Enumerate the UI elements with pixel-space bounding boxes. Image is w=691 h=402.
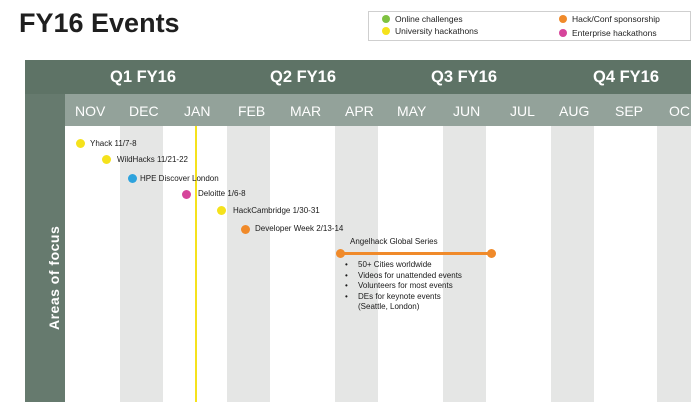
month-label: FEB <box>238 103 266 119</box>
list-item: •(Seattle, London) <box>358 302 420 311</box>
quarter-label: Q4 FY16 <box>593 68 660 86</box>
event-label: WildHacks 11/21-22 <box>117 155 188 164</box>
sponsorship-dot-icon <box>559 15 567 23</box>
legend-item-university: University hackathons <box>382 26 479 36</box>
event-label: Yhack 11/7-8 <box>90 139 137 148</box>
list-item: • DEs for keynote events <box>345 291 441 301</box>
month-label: OC <box>669 103 690 119</box>
quarter-label: Q3 FY16 <box>431 68 498 86</box>
series-span-bar <box>340 252 492 255</box>
event-dot-icon <box>102 155 111 164</box>
event-dot-icon <box>217 206 226 215</box>
month-label: MAY <box>397 103 427 119</box>
legend-label: Online challenges <box>395 14 463 24</box>
online-dot-icon <box>382 15 390 23</box>
month-label: APR <box>345 103 374 119</box>
month-label: MAR <box>290 103 322 119</box>
month-column-stripe <box>551 126 594 402</box>
current-date-line <box>195 126 197 402</box>
list-item: • Videos for unattended events <box>345 270 462 280</box>
legend-label: University hackathons <box>395 26 479 36</box>
areas-of-focus-label: Areas of focus <box>46 225 62 330</box>
month-column-stripe <box>657 126 691 402</box>
series-start-dot-icon <box>336 249 345 258</box>
month-column-stripe <box>227 126 270 402</box>
event-label: Deloitte 1/6-8 <box>198 189 246 198</box>
month-label: SEP <box>615 103 644 119</box>
month-header: NOV DEC JAN FEB MAR APR MAY JUN JUL AUG … <box>65 94 691 126</box>
enterprise-dot-icon <box>559 29 567 37</box>
month-label: JUL <box>510 103 535 119</box>
legend-label: Hack/Conf sponsorship <box>572 14 660 24</box>
event-dot-icon <box>182 190 191 199</box>
series-title: Angelhack Global Series <box>350 237 438 246</box>
quarter-label: Q1 FY16 <box>110 68 177 86</box>
list-item: • 50+ Cities worldwide <box>345 260 432 269</box>
month-label: DEC <box>129 103 159 119</box>
event-dot-icon <box>128 174 137 183</box>
legend-label: Enterprise hackathons <box>572 28 657 38</box>
legend-item-sponsorship: Hack/Conf sponsorship <box>559 14 660 24</box>
page-title: FY16 Events <box>19 8 180 38</box>
event-dot-icon <box>76 139 85 148</box>
list-item: • Volunteers for most events <box>345 281 453 290</box>
event-label: Developer Week 2/13-14 <box>255 224 344 233</box>
event-dot-icon <box>241 225 250 234</box>
quarter-header: Q1 FY16 Q2 FY16 Q3 FY16 Q4 FY16 <box>25 60 691 94</box>
month-label: JUN <box>453 103 481 119</box>
month-label: JAN <box>184 103 211 119</box>
legend-item-enterprise: Enterprise hackathons <box>559 28 657 38</box>
event-label: HackCambridge 1/30-31 <box>233 206 320 215</box>
month-label: AUG <box>559 103 590 119</box>
series-end-dot-icon <box>487 249 496 258</box>
legend: Online challenges University hackathons … <box>368 11 691 41</box>
event-label: HPE Discover London <box>140 174 219 183</box>
month-column-stripe <box>120 126 163 402</box>
university-dot-icon <box>382 27 390 35</box>
series-bullet-list: • 50+ Cities worldwide • Videos for unatte… <box>345 260 462 313</box>
quarter-label: Q2 FY16 <box>270 68 337 86</box>
month-label: NOV <box>75 103 106 119</box>
legend-item-online: Online challenges <box>382 14 463 24</box>
